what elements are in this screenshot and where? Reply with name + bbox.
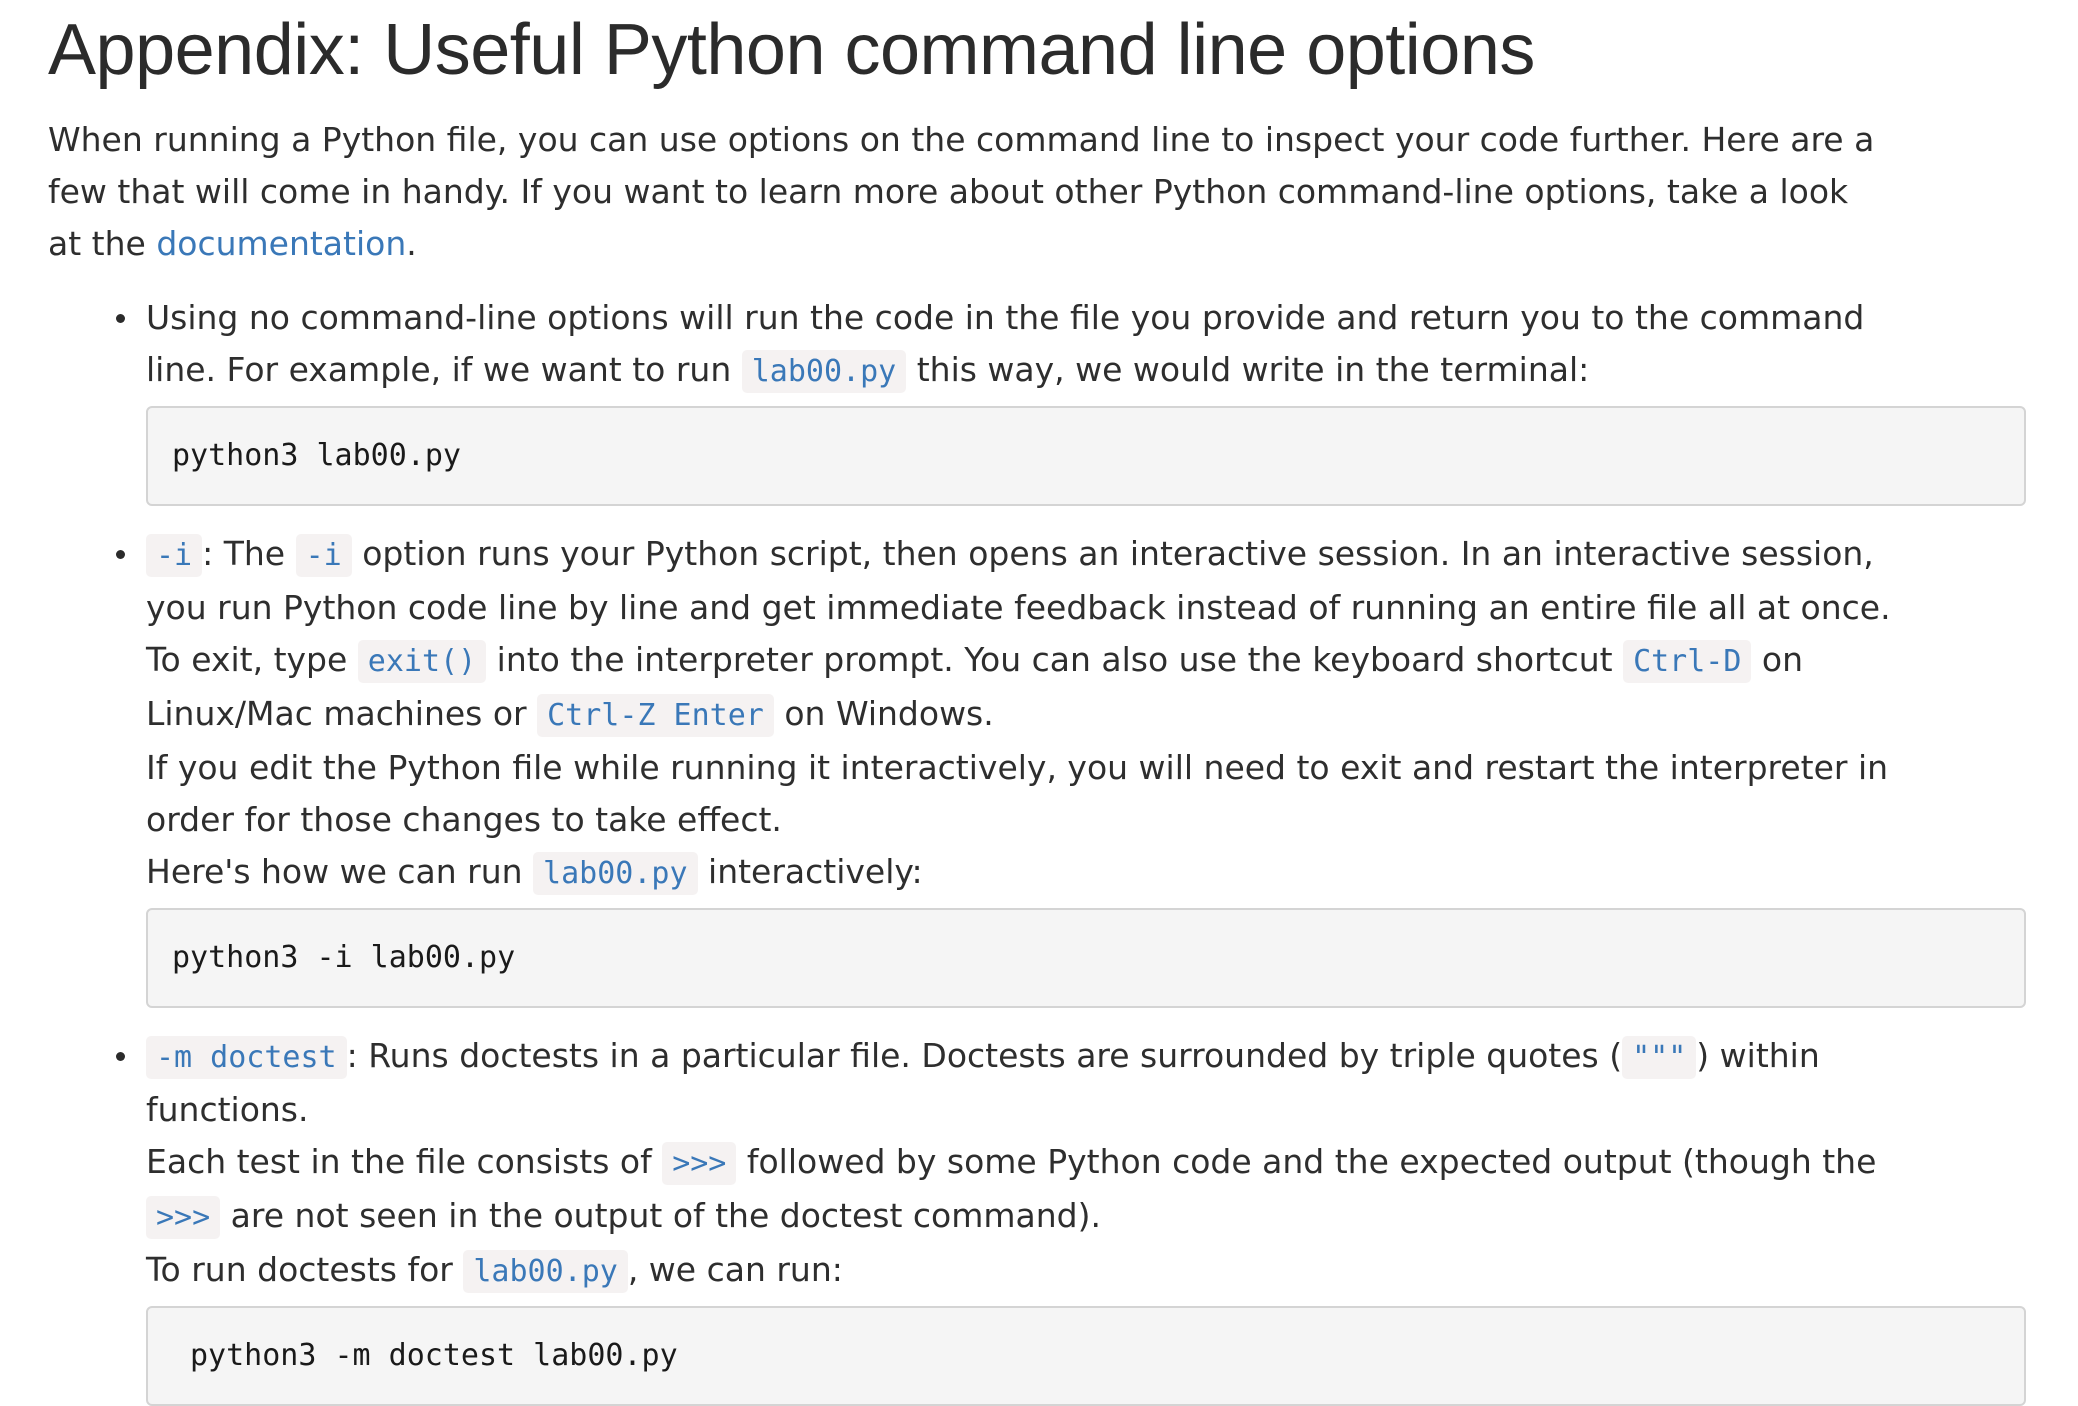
bullet-icon (116, 314, 125, 323)
intro-line-3-suffix: . (406, 224, 417, 263)
page-title: Appendix: Useful Python command line opt… (48, 10, 1535, 90)
code-block-run: python3 lab00.py (146, 406, 2026, 506)
interactive-text-1b: option runs your Python script, then ope… (351, 534, 1874, 573)
interactive-text-4b: on Windows. (773, 694, 994, 733)
page: Appendix: Useful Python command line opt… (0, 0, 2046, 1406)
code-block-doctest: python3 -m doctest lab00.py (146, 1306, 2026, 1406)
interactive-text-3a: To exit, type (146, 640, 358, 679)
interactive-line-2: you run Python code line by line and get… (146, 588, 1891, 627)
interactive-text-4a: Linux/Mac machines or (146, 694, 538, 733)
doctest-line-4: >>> are not seen in the output of the do… (146, 1190, 2046, 1244)
doctest-line-2: functions. (146, 1090, 309, 1129)
bullet-icon (116, 1052, 125, 1061)
intro-line-3: at the documentation. (48, 218, 2044, 270)
documentation-link[interactable]: documentation (156, 224, 406, 263)
list-item-doctest-option: -m doctest: Runs doctests in a particula… (116, 1030, 2046, 1406)
list-item-no-options: Using no command-line options will run t… (116, 292, 2046, 506)
inline-code-prompt: >>> (662, 1142, 737, 1185)
options-list: Using no command-line options will run t… (48, 292, 2046, 1406)
inline-code-flag-doctest: -m doctest (146, 1036, 347, 1079)
doctest-text-1a: : Runs doctests in a particular file. Do… (346, 1036, 1623, 1075)
doctest-line-1: -m doctest: Runs doctests in a particula… (146, 1030, 2046, 1084)
inline-code-ctrl-d: Ctrl-D (1623, 640, 1752, 683)
list-item-interactive-option: -i: The -i option runs your Python scrip… (116, 528, 2046, 1008)
doctest-line-3: Each test in the file consists of >>> fo… (146, 1136, 2046, 1190)
doctest-text-3a: Each test in the file consists of (146, 1142, 663, 1181)
intro-line-1: When running a Python file, you can use … (48, 120, 1875, 159)
interactive-line-5: If you edit the Python file while runnin… (146, 748, 1889, 787)
inline-code-ctrl-z-enter: Ctrl-Z Enter (537, 694, 774, 737)
inline-code-lab00: lab00.py (533, 852, 698, 895)
inline-code-prompt: >>> (146, 1196, 221, 1239)
interactive-text-1a: : The (202, 534, 296, 573)
doctest-text-4b: are not seen in the output of the doctes… (220, 1196, 1101, 1235)
no-options-text-a: line. For example, if we want to run (146, 350, 742, 389)
doctest-line-5: To run doctests for lab00.py, we can run… (146, 1244, 2046, 1298)
interactive-line-6: order for those changes to take effect. (146, 800, 782, 839)
interactive-line-3: To exit, type exit() into the interprete… (146, 634, 2046, 688)
doctest-text-1b: ) within (1696, 1036, 1820, 1075)
doctest-text-5b: , we can run: (627, 1250, 843, 1289)
interactive-text-7a: Here's how we can run (146, 852, 534, 891)
bullet-icon (116, 550, 125, 559)
inline-code-lab00: lab00.py (463, 1250, 628, 1293)
inline-code-triple-quotes: """ (1622, 1036, 1697, 1079)
no-options-line-2: line. For example, if we want to run lab… (146, 344, 2046, 398)
inline-code-lab00: lab00.py (741, 350, 907, 393)
inline-code-flag-i: -i (146, 534, 203, 577)
no-options-line-1: Using no command-line options will run t… (146, 298, 1865, 337)
code-block-interactive: python3 -i lab00.py (146, 908, 2026, 1008)
inline-code-i: -i (295, 534, 352, 577)
interactive-text-3c: on (1751, 640, 1804, 679)
doctest-text-3b: followed by some Python code and the exp… (736, 1142, 1877, 1181)
inline-code-exit: exit() (357, 640, 487, 683)
intro-line-3-prefix: at the (48, 224, 157, 263)
interactive-text-7b: interactively: (697, 852, 923, 891)
interactive-line-1: -i: The -i option runs your Python scrip… (146, 528, 2046, 582)
interactive-text-3b: into the interpreter prompt. You can als… (486, 640, 1624, 679)
intro-paragraph: When running a Python file, you can use … (48, 114, 2044, 270)
doctest-text-5a: To run doctests for (146, 1250, 464, 1289)
interactive-line-4: Linux/Mac machines or Ctrl-Z Enter on Wi… (146, 688, 2046, 742)
interactive-line-7: Here's how we can run lab00.py interacti… (146, 846, 2046, 900)
no-options-text-b: this way, we would write in the terminal… (906, 350, 1590, 389)
intro-line-2: few that will come in handy. If you want… (48, 172, 1849, 211)
